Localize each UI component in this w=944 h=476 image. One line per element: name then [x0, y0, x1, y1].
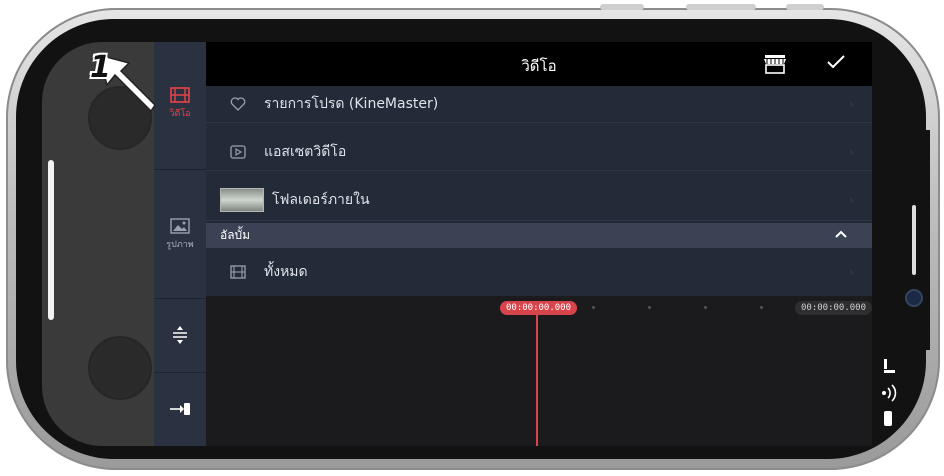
heart-icon: [230, 97, 264, 111]
chevron-right-icon: ›: [849, 193, 854, 207]
list-item-all[interactable]: ทั้งหมด ›: [206, 254, 872, 290]
sidebar-item-label: วิดีโอ: [169, 109, 191, 119]
film-icon: [230, 265, 264, 279]
sidebar-item-video[interactable]: วิดีโอ: [154, 42, 206, 170]
list-item-label: โฟลเดอร์ภายใน: [272, 192, 370, 208]
list-item-video-assets[interactable]: แอสเซตวิดีโอ ›: [206, 134, 872, 171]
sidebar-item-adjust[interactable]: [154, 298, 206, 373]
tutorial-step-number: 1: [90, 50, 111, 85]
timeline-area[interactable]: [206, 296, 872, 446]
chevron-right-icon: ›: [849, 97, 854, 111]
chevron-up-icon: [835, 230, 847, 238]
film-icon: [170, 87, 190, 103]
list-item-favorites[interactable]: รายการโปรด (KineMaster) ›: [206, 86, 872, 123]
store-icon[interactable]: [762, 54, 788, 74]
timeline-tick: [592, 306, 595, 309]
play-box-icon: [230, 145, 264, 159]
timeline-tick: [648, 306, 651, 309]
adjust-height-icon: [173, 326, 187, 344]
hardware-button-3: [786, 4, 824, 10]
current-time-badge: 00:00:00.000: [500, 301, 578, 315]
sidebar-item-label: รูปภาพ: [166, 239, 194, 250]
chevron-right-icon: ›: [849, 265, 854, 279]
notch-speaker: [912, 205, 916, 275]
phone-device-icon[interactable]: [880, 410, 896, 428]
sound-wave-icon[interactable]: [880, 384, 900, 402]
list-item-label: รายการโปรด (KineMaster): [264, 96, 439, 112]
list-item-label: ทั้งหมด: [264, 264, 308, 280]
sidebar-item-image[interactable]: รูปภาพ: [154, 170, 206, 299]
playhead[interactable]: [536, 308, 538, 446]
hardware-button-2: [686, 4, 756, 10]
home-indicator: [48, 160, 54, 320]
camera-icon: [905, 289, 923, 307]
check-icon[interactable]: [826, 54, 846, 70]
section-title: อัลบั้ม: [220, 228, 251, 242]
image-icon: [170, 217, 190, 234]
media-sidebar: วิดีโอ รูปภาพ: [154, 42, 206, 446]
record-button-bottom[interactable]: [88, 336, 152, 400]
sidebar-item-import[interactable]: [154, 372, 206, 446]
end-time-badge: 00:00:00.000: [795, 301, 873, 315]
folder-thumbnail: [220, 188, 264, 212]
album-section-header[interactable]: อัลบั้ม: [206, 223, 872, 248]
list-item-label: แอสเซตวิดีโอ: [264, 144, 347, 160]
timeline-tick: [760, 306, 763, 309]
list-item-internal-folder[interactable]: โฟลเดอร์ภายใน ›: [206, 180, 872, 221]
chevron-right-icon: ›: [849, 145, 854, 159]
hardware-button-1: [600, 4, 644, 10]
timeline-tick: [704, 306, 707, 309]
import-icon: [170, 403, 190, 415]
level-meter-icon[interactable]: [880, 358, 898, 374]
phone-notch: [870, 130, 930, 350]
